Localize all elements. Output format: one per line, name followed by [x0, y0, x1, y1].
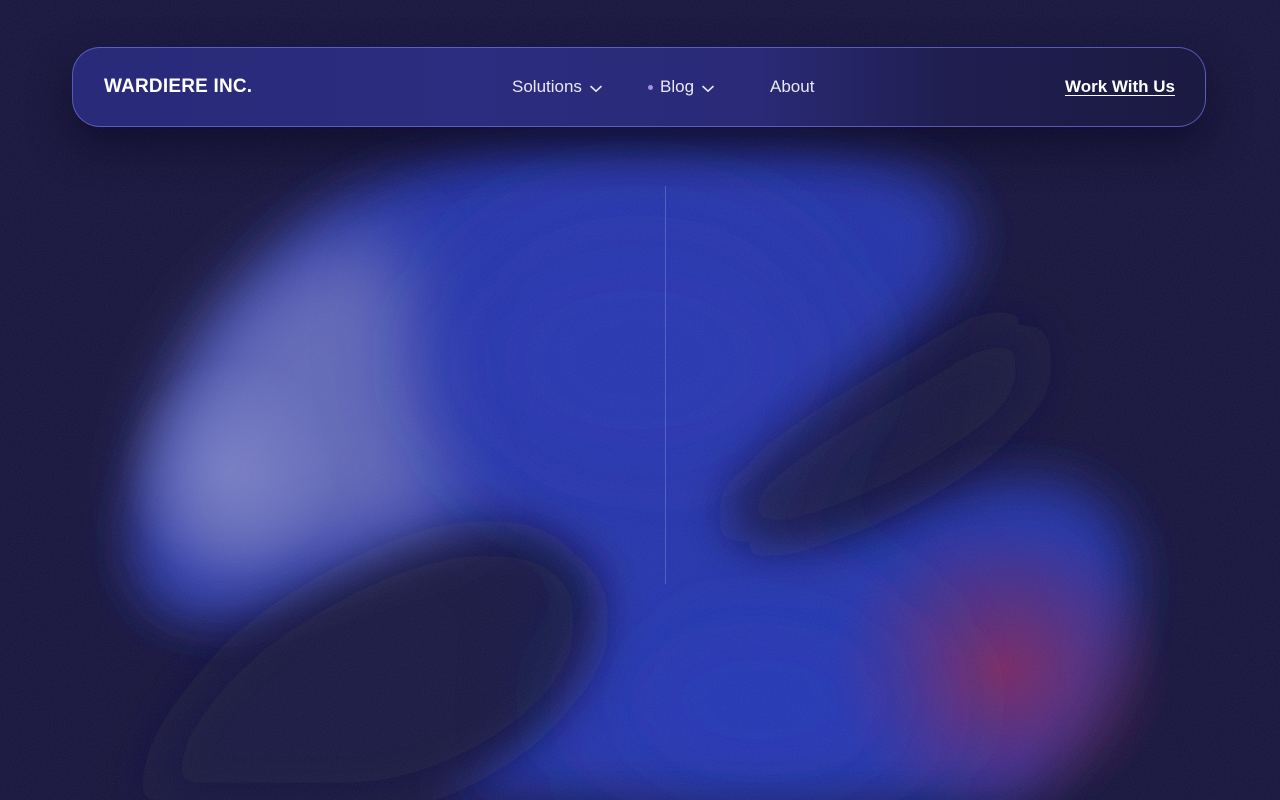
top-navigation-bar: WARDIERE INC. Solutions Blog About Work …	[72, 47, 1206, 127]
chevron-down-icon	[702, 78, 714, 98]
chevron-down-icon	[590, 78, 602, 98]
nav-item-about[interactable]: About	[770, 48, 814, 125]
new-indicator-dot-icon	[648, 85, 653, 90]
nav-item-label: Blog	[660, 76, 695, 96]
vertical-divider-line	[665, 186, 666, 584]
nav-item-blog[interactable]: Blog	[648, 48, 714, 125]
nav-item-solutions[interactable]: Solutions	[512, 48, 602, 125]
brand-logo[interactable]: WARDIERE INC.	[104, 48, 252, 125]
page: WARDIERE INC. Solutions Blog About Work …	[0, 0, 1280, 800]
nav-item-label: About	[770, 76, 815, 96]
work-with-us-link[interactable]: Work With Us	[1065, 48, 1175, 125]
nav-item-label: Solutions	[512, 76, 582, 96]
